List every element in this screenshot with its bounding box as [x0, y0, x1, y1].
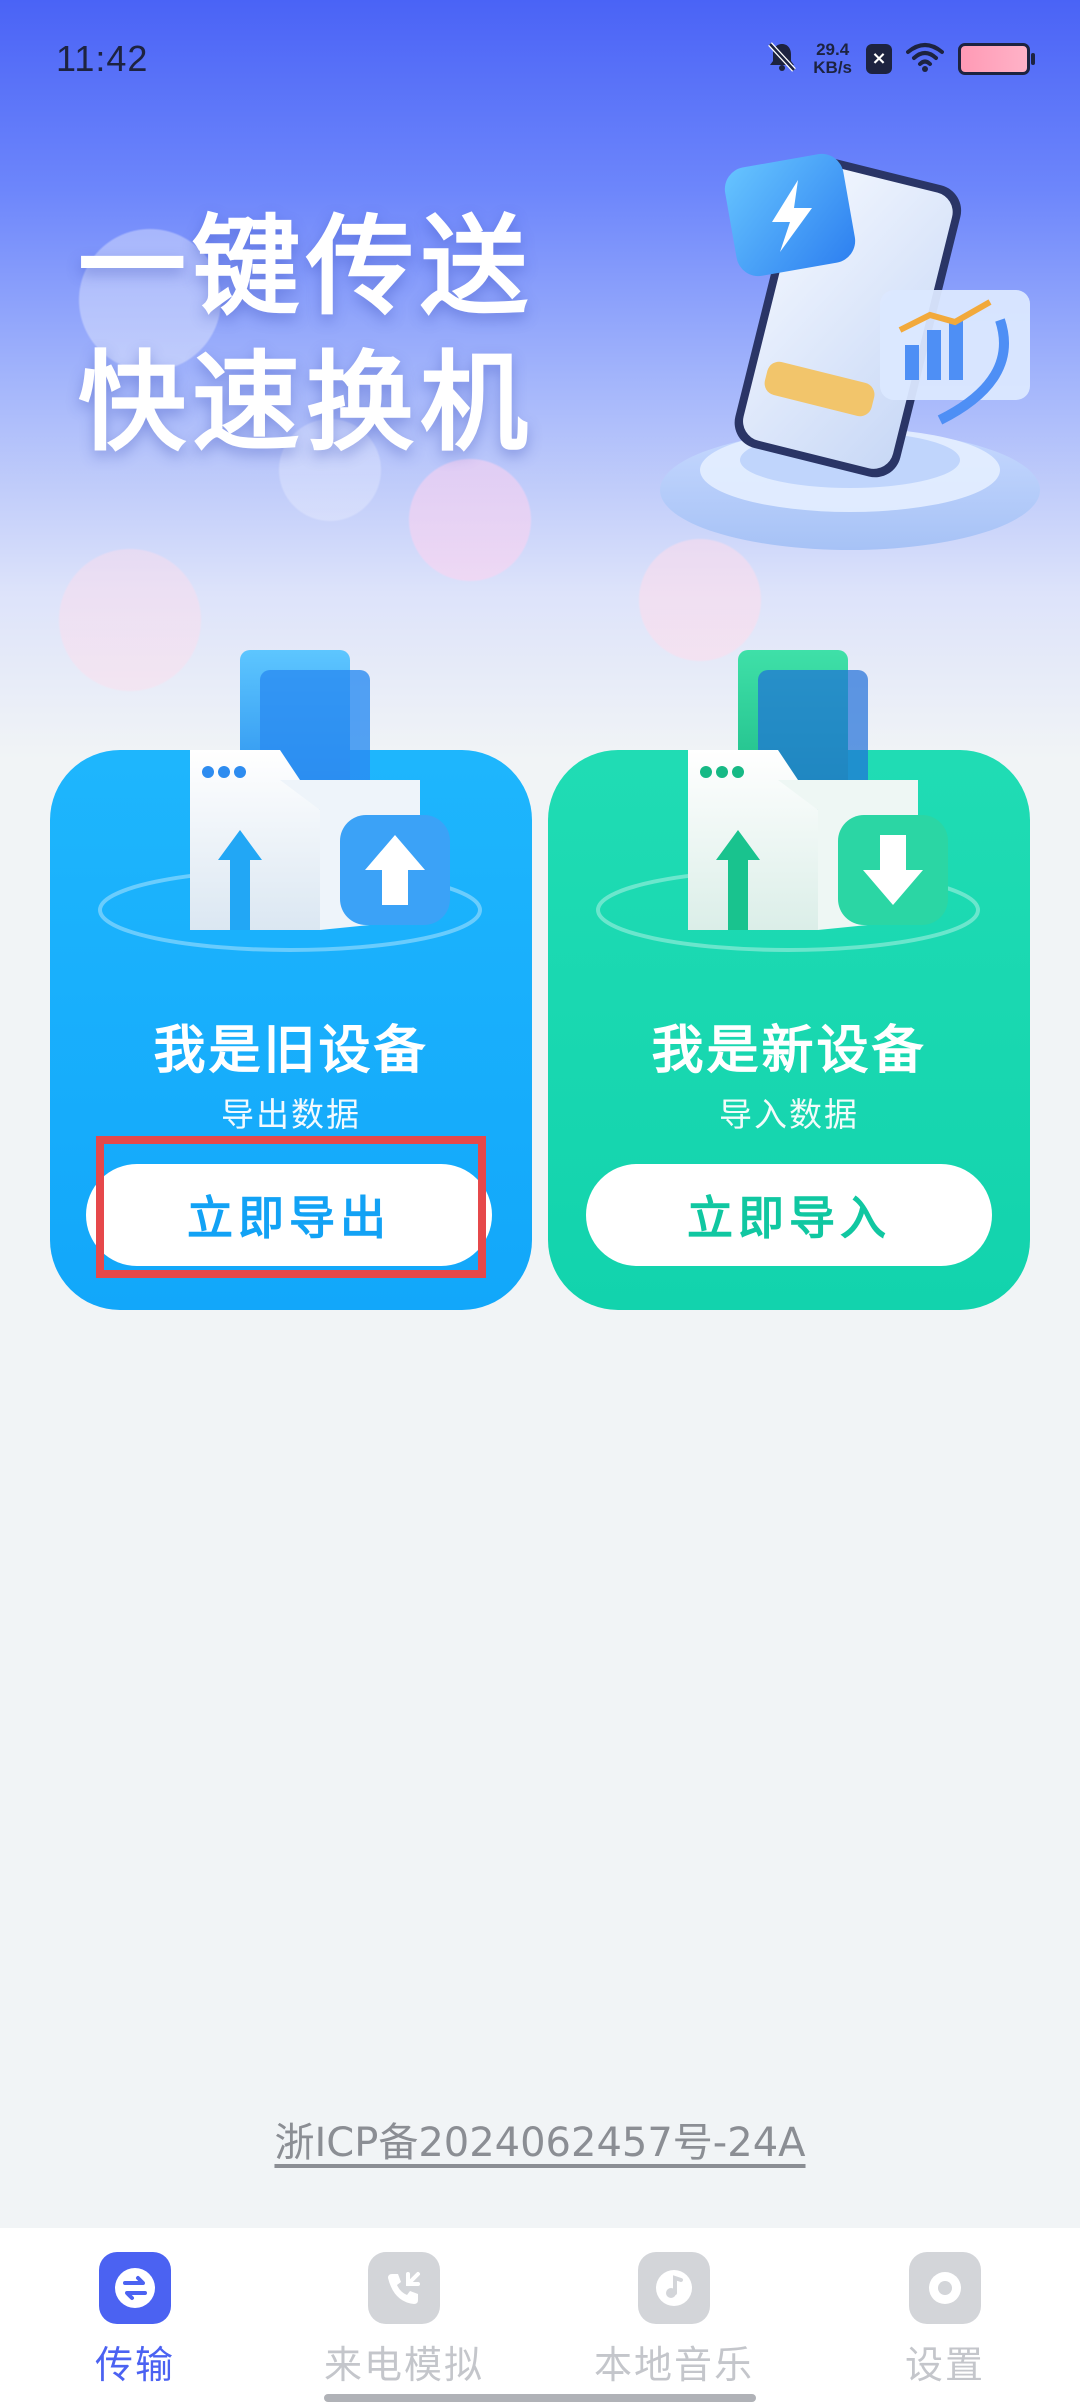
status-bar: 11:42 29.4 KB/s × — [0, 0, 1080, 120]
new-device-title: 我是新设备 — [651, 1021, 927, 1081]
tab-transfer-label: 传输 — [94, 2343, 175, 2387]
bell-muted-icon — [765, 40, 799, 78]
import-now-button[interactable]: 立即导入 — [586, 1164, 992, 1266]
old-device-card[interactable]: 我是旧设备 导出数据 立即导出 — [50, 650, 532, 1310]
tab-incoming-call[interactable]: 来电模拟 — [294, 2252, 514, 2389]
new-device-subtitle: 导入数据 — [719, 1095, 859, 1134]
tab-transfer[interactable]: 传输 — [25, 2252, 245, 2389]
status-icons: 29.4 KB/s × — [765, 40, 1035, 78]
old-device-title: 我是旧设备 — [153, 1021, 429, 1081]
battery-icon — [958, 43, 1035, 75]
tab-local-music-label: 本地音乐 — [593, 2343, 754, 2387]
home-indicator[interactable] — [324, 2394, 756, 2402]
transfer-icon — [99, 2252, 171, 2324]
hero-title: 一键传送 快速换机 — [78, 200, 534, 472]
tab-local-music[interactable]: 本地音乐 — [564, 2252, 784, 2389]
phone-transfer-illustration — [560, 130, 1060, 570]
incoming-call-icon — [368, 2252, 440, 2324]
music-icon — [638, 2252, 710, 2324]
icp-link[interactable]: 浙ICP备2024062457号-24A — [0, 2110, 1080, 2168]
new-device-card[interactable]: 我是新设备 导入数据 立即导入 — [548, 650, 1030, 1310]
settings-icon — [909, 2252, 981, 2324]
download-box-icon — [588, 630, 988, 990]
status-time: 11:42 — [56, 38, 149, 79]
upload-box-icon — [90, 630, 490, 990]
export-now-button[interactable]: 立即导出 — [86, 1164, 492, 1266]
x-app-icon: × — [866, 44, 892, 74]
network-speed-value: 29.4 — [816, 40, 850, 59]
old-device-subtitle: 导出数据 — [221, 1095, 361, 1134]
tab-settings-label: 设置 — [904, 2343, 985, 2387]
hero-title-line1: 一键传送 — [78, 205, 535, 330]
wifi-icon — [906, 42, 944, 76]
tab-incoming-call-label: 来电模拟 — [323, 2343, 484, 2387]
network-speed: 29.4 KB/s — [813, 41, 852, 77]
tab-settings[interactable]: 设置 — [835, 2252, 1055, 2389]
phone-transfer-screen: 11:42 29.4 KB/s × 一键传送 快速换机 我是旧设备 导出数据 立… — [0, 0, 1080, 2408]
hero-title-line2: 快速换机 — [78, 341, 535, 466]
bottom-nav: 传输 来电模拟 本地音乐 设置 — [0, 2228, 1080, 2408]
network-speed-unit: KB/s — [813, 58, 852, 77]
